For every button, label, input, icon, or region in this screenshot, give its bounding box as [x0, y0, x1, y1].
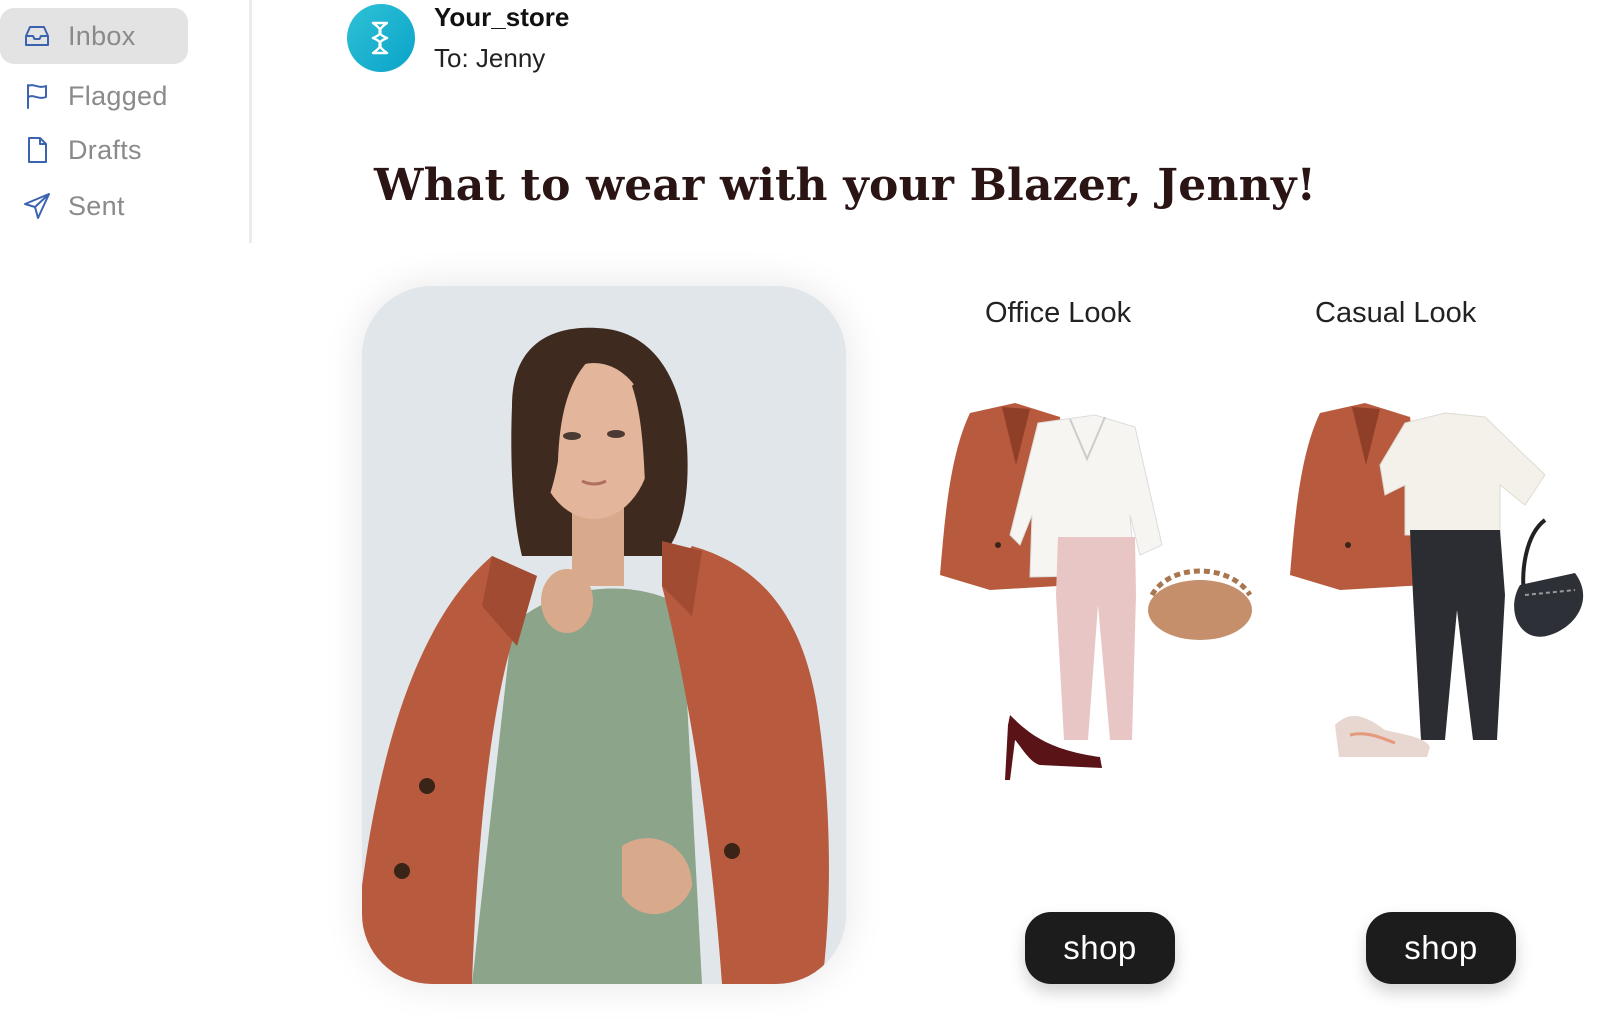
sidebar-item-label: Drafts: [68, 134, 142, 165]
inbox-icon: [25, 26, 49, 46]
office-outfit-illustration: [940, 403, 1253, 780]
office-look-title: Office Look: [985, 297, 1132, 329]
office-look-shop-button[interactable]: shop: [1025, 912, 1175, 984]
model-illustration: [362, 286, 846, 984]
casual-look-title: Casual Look: [1315, 297, 1477, 329]
casual-look-shop-button[interactable]: shop: [1366, 912, 1516, 984]
office-look-image: [930, 395, 1270, 795]
document-icon: [28, 137, 47, 163]
mail-sidebar: Inbox Flagged Drafts Sent: [0, 0, 252, 243]
casual-outfit-illustration: [1290, 403, 1584, 757]
sidebar-item-sent[interactable]: Sent: [0, 178, 188, 234]
flag-icon: [27, 84, 47, 109]
hero-model-image: [362, 286, 846, 984]
sidebar-item-label: Sent: [68, 190, 125, 221]
sender-name: Your_store: [434, 2, 570, 32]
store-logo-icon: [371, 21, 389, 55]
email-headline: What to wear with your Blazer, Jenny!: [374, 160, 1317, 211]
casual-look-image: [1255, 395, 1595, 795]
sidebar-item-label: Flagged: [68, 80, 168, 111]
sidebar-item-flagged[interactable]: Flagged: [0, 68, 188, 124]
sidebar-item-drafts[interactable]: Drafts: [0, 122, 188, 178]
sidebar-item-inbox[interactable]: Inbox: [0, 8, 188, 64]
send-icon: [24, 193, 50, 219]
recipient-line: To: Jenny: [434, 43, 546, 73]
sender-avatar: [347, 4, 415, 72]
sidebar-item-label: Inbox: [68, 20, 136, 51]
